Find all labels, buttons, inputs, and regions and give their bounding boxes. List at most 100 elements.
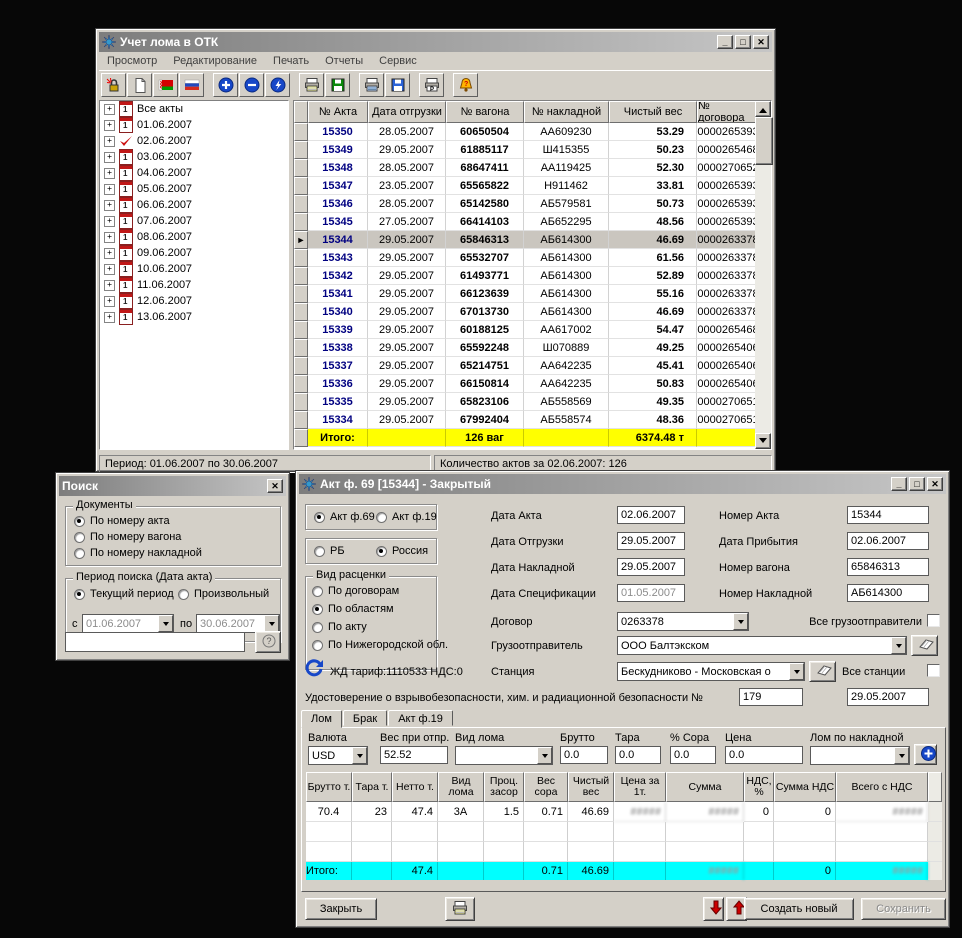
help-button[interactable]: ? bbox=[255, 631, 281, 653]
tree-item-label[interactable]: 06.06.2007 bbox=[137, 199, 192, 211]
column-header[interactable]: Всего с НДС bbox=[836, 772, 928, 802]
column-header[interactable]: НДС, % bbox=[744, 772, 774, 802]
main-titlebar[interactable]: Учет лома в ОТК _ □ ✕ bbox=[99, 32, 772, 52]
tree-item-label[interactable]: 04.06.2007 bbox=[137, 167, 192, 179]
tree-item[interactable]: +Все акты bbox=[100, 101, 288, 117]
tree-item[interactable]: +02.06.2007 bbox=[100, 133, 288, 149]
field-value[interactable]: 02.06.2007 bbox=[617, 506, 685, 524]
all-stations-checkbox[interactable] bbox=[927, 664, 940, 677]
search-titlebar[interactable]: Поиск ✕ bbox=[59, 476, 286, 496]
table-row[interactable]: 1534229.05.200761493771АБ61430052.890000… bbox=[294, 267, 755, 285]
table-row[interactable]: 1534129.05.200766123639АБ61430055.160000… bbox=[294, 285, 755, 303]
scrollbar-track[interactable] bbox=[928, 822, 942, 842]
shipper-lookup-button[interactable] bbox=[911, 635, 938, 656]
table-row[interactable]: 1534329.05.200765532707АБ61430061.560000… bbox=[294, 249, 755, 267]
column-header[interactable]: Цена за 1т. bbox=[614, 772, 666, 802]
dropdown-icon[interactable] bbox=[733, 613, 748, 630]
tree-item-label[interactable]: 10.06.2007 bbox=[137, 263, 192, 275]
shipper-combobox[interactable]: ООО Балтэкском bbox=[617, 636, 907, 655]
print-act-button[interactable] bbox=[445, 897, 475, 921]
table-row[interactable]: ►1534429.05.200765846313АБ61430046.69000… bbox=[294, 231, 755, 249]
column-header[interactable]: Тара т. bbox=[352, 772, 392, 802]
entry-combobox[interactable]: USD bbox=[308, 746, 368, 765]
expand-icon[interactable]: + bbox=[104, 280, 115, 291]
expand-icon[interactable]: + bbox=[104, 312, 115, 323]
column-header[interactable]: Сумма НДС bbox=[774, 772, 836, 802]
table-row[interactable]: 1534828.05.200768647411АА11942552.300000… bbox=[294, 159, 755, 177]
dogovor-combobox[interactable]: 0263378 bbox=[617, 612, 749, 631]
tree-item[interactable]: +11.06.2007 bbox=[100, 277, 288, 293]
print-form-button[interactable]: P bbox=[419, 73, 444, 97]
expand-icon[interactable]: + bbox=[104, 296, 115, 307]
country-option[interactable]: РБ bbox=[314, 545, 345, 557]
search-input[interactable] bbox=[65, 632, 245, 652]
tree-item[interactable]: +09.06.2007 bbox=[100, 245, 288, 261]
expand-icon[interactable]: + bbox=[104, 200, 115, 211]
column-header[interactable]: Чистый вес bbox=[568, 772, 614, 802]
radio-button[interactable] bbox=[74, 532, 85, 543]
search-by-option[interactable]: По номеру вагона bbox=[74, 531, 181, 543]
column-header[interactable]: Чистый вес bbox=[609, 101, 697, 123]
entry-field[interactable]: 0.0 bbox=[615, 746, 661, 764]
menu-item-4[interactable]: Отчеты bbox=[317, 55, 371, 67]
maximize-button[interactable]: □ bbox=[735, 35, 751, 49]
radio-button[interactable] bbox=[312, 586, 323, 597]
entry-field[interactable]: 0.0 bbox=[560, 746, 608, 764]
country-option[interactable]: Россия bbox=[376, 545, 428, 557]
move-down-button[interactable] bbox=[703, 897, 724, 921]
tree-item[interactable]: +13.06.2007 bbox=[100, 309, 288, 325]
scrollbar-track[interactable] bbox=[928, 862, 942, 880]
table-row[interactable]: 1533729.05.200765214751АА64223545.410000… bbox=[294, 357, 755, 375]
radio-button[interactable] bbox=[312, 640, 323, 651]
entry-combobox[interactable] bbox=[455, 746, 553, 765]
radio-button[interactable] bbox=[178, 589, 189, 600]
expand-icon[interactable]: + bbox=[104, 104, 115, 115]
close-button[interactable]: ✕ bbox=[753, 35, 769, 49]
tree-item[interactable]: +07.06.2007 bbox=[100, 213, 288, 229]
maximize-button[interactable]: □ bbox=[909, 477, 925, 491]
station-combobox[interactable]: Бескудниково - Московская о bbox=[617, 662, 805, 681]
refresh-icon[interactable] bbox=[303, 658, 325, 680]
period-type-option[interactable]: Текущий период bbox=[74, 588, 174, 600]
column-header[interactable]: № договора bbox=[697, 101, 755, 123]
expand-icon[interactable]: + bbox=[104, 120, 115, 131]
expand-icon[interactable]: + bbox=[104, 264, 115, 275]
tree-item-label[interactable]: 09.06.2007 bbox=[137, 247, 192, 259]
table-row[interactable]: 1534723.05.200765565822Н91146233.8100002… bbox=[294, 177, 755, 195]
tree-item-label[interactable]: 01.06.2007 bbox=[137, 119, 192, 131]
print-list-button[interactable] bbox=[359, 73, 384, 97]
modify-button[interactable] bbox=[265, 73, 290, 97]
entry-field[interactable]: 0.0 bbox=[725, 746, 803, 764]
expand-icon[interactable]: + bbox=[104, 136, 115, 147]
russia-flag-button[interactable] bbox=[179, 73, 204, 97]
tree-item[interactable]: +03.06.2007 bbox=[100, 149, 288, 165]
table-row[interactable]: 1534029.05.200767013730АБ61430046.690000… bbox=[294, 303, 755, 321]
radio-button[interactable] bbox=[312, 604, 323, 615]
pricing-option[interactable]: По областям bbox=[312, 603, 394, 615]
pricing-option[interactable]: По договорам bbox=[312, 585, 399, 597]
field-value[interactable]: 29.05.2007 bbox=[617, 558, 685, 576]
column-header[interactable]: Проц. засор bbox=[484, 772, 524, 802]
radio-button[interactable] bbox=[376, 546, 387, 557]
tree-item-label[interactable]: 12.06.2007 bbox=[137, 295, 192, 307]
dropdown-icon[interactable] bbox=[789, 663, 804, 680]
expand-icon[interactable]: + bbox=[104, 152, 115, 163]
close-button[interactable]: ✕ bbox=[927, 477, 943, 491]
field-value[interactable]: 15344 bbox=[847, 506, 929, 524]
new-document-button[interactable] bbox=[127, 73, 152, 97]
tree-item[interactable]: +04.06.2007 bbox=[100, 165, 288, 181]
tab-1[interactable]: Лом bbox=[301, 710, 342, 728]
scroll-up-button[interactable] bbox=[755, 101, 771, 117]
dropdown-icon[interactable] bbox=[894, 747, 909, 764]
radio-button[interactable] bbox=[314, 512, 325, 523]
search-by-option[interactable]: По номеру акта bbox=[74, 515, 170, 527]
print-button[interactable] bbox=[299, 73, 324, 97]
radio-button[interactable] bbox=[376, 512, 387, 523]
vertical-scrollbar[interactable] bbox=[755, 101, 771, 449]
form-type-option[interactable]: Акт ф.19 bbox=[376, 511, 437, 523]
field-value[interactable]: АБ614300 bbox=[847, 584, 929, 602]
scrollbar-thumb[interactable] bbox=[755, 117, 773, 165]
help-bell-button[interactable]: ? bbox=[453, 73, 478, 97]
dropdown-icon[interactable] bbox=[264, 615, 279, 632]
scroll-down-button[interactable] bbox=[755, 433, 771, 449]
